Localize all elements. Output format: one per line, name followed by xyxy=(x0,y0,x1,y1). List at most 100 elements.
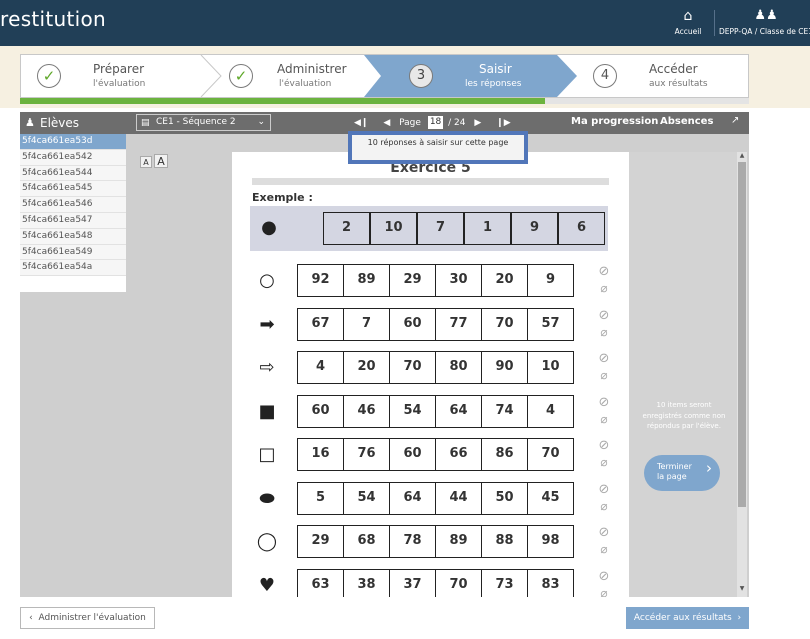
answer-cell[interactable]: 57 xyxy=(527,307,574,341)
scroll-down-icon[interactable]: ▼ xyxy=(738,585,746,592)
answer-cell[interactable]: 4 xyxy=(297,351,344,384)
edit-icon[interactable]: ⌀ xyxy=(596,280,612,296)
no-answer-icon[interactable]: ⊘ xyxy=(596,395,612,411)
answer-cell[interactable]: 70 xyxy=(527,438,574,471)
expand-icon[interactable]: ↗ xyxy=(731,115,739,126)
answer-cell[interactable]: 89 xyxy=(343,264,390,297)
answer-cell[interactable]: 98 xyxy=(527,525,574,558)
student-item[interactable]: 5f4ca661ea544 xyxy=(20,165,126,182)
step-prepare[interactable]: ✓ Préparer l'évaluation xyxy=(21,55,208,97)
sequence-select[interactable]: ▤ CE1 - Séquence 2 ⌄ xyxy=(136,114,271,131)
answer-cell[interactable]: 80 xyxy=(435,351,482,384)
exercise-page: Exercice 5 Exemple : ● 2 10 7 1 9 6 ○ 92 89 29 30 2… xyxy=(232,152,629,597)
absences-link[interactable]: Absences xyxy=(660,116,713,127)
answer-cell[interactable]: 67 xyxy=(297,307,344,341)
answer-cell[interactable]: 29 xyxy=(297,525,344,558)
next-button[interactable]: Accéder aux résultats › xyxy=(626,607,749,629)
answer-cell[interactable]: 29 xyxy=(389,264,436,297)
answer-cell[interactable]: 20 xyxy=(343,351,390,384)
page-input[interactable]: 18 xyxy=(427,116,444,129)
answer-cell[interactable]: 76 xyxy=(343,438,390,471)
edit-icon[interactable]: ⌀ xyxy=(596,367,612,383)
answer-cell[interactable]: 63 xyxy=(297,568,344,597)
answer-cell[interactable]: 46 xyxy=(343,394,390,428)
answer-cell[interactable]: 83 xyxy=(527,568,574,597)
no-answer-icon[interactable]: ⊘ xyxy=(596,264,612,280)
step-administer[interactable]: ✓ Administrer l'évaluation xyxy=(221,55,381,97)
user-label: DEPP-QA / Classe de CE1 xyxy=(719,26,810,36)
scroll-up-icon[interactable]: ▲ xyxy=(738,152,746,159)
my-progress-link[interactable]: Ma progression xyxy=(571,116,658,127)
answer-cell[interactable]: 70 xyxy=(389,351,436,384)
finish-page-button[interactable]: Terminer la page › xyxy=(644,455,720,491)
edit-icon[interactable]: ⌀ xyxy=(596,324,612,340)
step-enter-answers[interactable]: 3 Saisir les réponses xyxy=(381,55,557,97)
no-answer-icon[interactable]: ⊘ xyxy=(596,482,612,498)
no-answer-icon[interactable]: ⊘ xyxy=(596,569,612,585)
no-answer-icon[interactable]: ⊘ xyxy=(596,525,612,541)
no-answer-icon[interactable]: ⊘ xyxy=(596,351,612,367)
no-answer-icon[interactable]: ⊘ xyxy=(596,438,612,454)
answer-cell[interactable]: 74 xyxy=(481,394,528,428)
row-actions: ⊘ ⌀ xyxy=(596,351,612,383)
student-item[interactable]: 5f4ca661ea542 xyxy=(20,149,126,166)
edit-icon[interactable]: ⌀ xyxy=(596,411,612,427)
student-item[interactable]: 5f4ca661ea548 xyxy=(20,228,126,245)
answer-cell[interactable]: 16 xyxy=(297,438,344,471)
edit-icon[interactable]: ⌀ xyxy=(596,585,612,598)
answer-cell[interactable]: 70 xyxy=(481,307,528,341)
answer-cell[interactable]: 68 xyxy=(343,525,390,558)
answer-cell[interactable]: 89 xyxy=(435,525,482,558)
next-page-icon[interactable]: ▶ xyxy=(474,115,481,131)
step-results[interactable]: 4 Accéder aux résultats xyxy=(581,55,750,97)
answer-cell[interactable]: 70 xyxy=(435,568,482,597)
answer-cell[interactable]: 64 xyxy=(389,481,436,515)
answer-cell[interactable]: 60 xyxy=(389,307,436,341)
answer-cell[interactable]: 88 xyxy=(481,525,528,558)
answer-cell[interactable]: 78 xyxy=(389,525,436,558)
answer-cell[interactable]: 4 xyxy=(527,394,574,428)
student-item[interactable]: 5f4ca661ea549 xyxy=(20,244,126,261)
answer-cell[interactable]: 50 xyxy=(481,481,528,515)
home-link[interactable]: ⌂ Accueil xyxy=(670,8,706,36)
prev-page-icon[interactable]: ◀ xyxy=(383,115,390,131)
answer-cell[interactable]: 60 xyxy=(297,394,344,428)
student-item[interactable]: 5f4ca661ea546 xyxy=(20,197,126,213)
answer-cell[interactable]: 5 xyxy=(297,481,344,515)
answer-cell[interactable]: 90 xyxy=(481,351,528,384)
answer-cell[interactable]: 73 xyxy=(481,568,528,597)
last-page-icon[interactable]: ❙▶ xyxy=(496,115,510,131)
user-link[interactable]: ♟♟ DEPP-QA / Classe de CE1 xyxy=(716,8,810,36)
answer-cell[interactable]: 54 xyxy=(389,394,436,428)
back-button[interactable]: ‹ Administrer l'évaluation xyxy=(20,607,155,629)
student-item[interactable]: 5f4ca661ea547 xyxy=(20,212,126,229)
no-answer-icon[interactable]: ⊘ xyxy=(596,308,612,324)
student-item[interactable]: 5f4ca661ea54a xyxy=(20,260,126,277)
answer-cell[interactable]: 9 xyxy=(527,264,574,297)
answer-cell[interactable]: 60 xyxy=(389,438,436,471)
answer-cell[interactable]: 64 xyxy=(435,394,482,428)
edit-icon[interactable]: ⌀ xyxy=(596,498,612,514)
answer-cell[interactable]: 10 xyxy=(527,351,574,384)
font-decrease-button[interactable]: A xyxy=(140,156,152,168)
student-item[interactable]: 5f4ca661ea53d xyxy=(20,134,126,150)
first-page-icon[interactable]: ◀❙ xyxy=(354,115,368,131)
answer-cell[interactable]: 45 xyxy=(527,481,574,515)
answer-cell[interactable]: 54 xyxy=(343,481,390,515)
answer-cell[interactable]: 77 xyxy=(435,307,482,341)
answer-cell[interactable]: 66 xyxy=(435,438,482,471)
font-increase-button[interactable]: A xyxy=(154,154,168,168)
edit-icon[interactable]: ⌀ xyxy=(596,541,612,557)
answer-cell[interactable]: 20 xyxy=(481,264,528,297)
answer-cell[interactable]: 44 xyxy=(435,481,482,515)
answer-cell[interactable]: 30 xyxy=(435,264,482,297)
answer-cell[interactable]: 37 xyxy=(389,568,436,597)
scrollbar[interactable]: ▲ ▼ xyxy=(737,152,747,597)
student-item[interactable]: 5f4ca661ea545 xyxy=(20,181,126,198)
answer-cell[interactable]: 7 xyxy=(343,307,390,341)
edit-icon[interactable]: ⌀ xyxy=(596,454,612,470)
scroll-thumb[interactable] xyxy=(738,162,746,507)
answer-cell[interactable]: 86 xyxy=(481,438,528,471)
answer-cell[interactable]: 38 xyxy=(343,568,390,597)
answer-cell[interactable]: 92 xyxy=(297,264,344,297)
